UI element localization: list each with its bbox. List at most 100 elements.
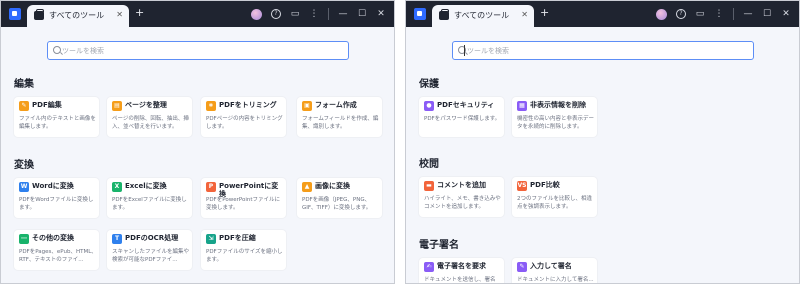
new-tab-button[interactable]: +: [540, 6, 549, 19]
tool-card-ocr[interactable]: T PDFのOCR処理 スキャンしたファイルを編集や検索が可能なPDFファイ..…: [107, 230, 192, 270]
tool-card-pdf-edit[interactable]: ✎ PDF編集 ファイル内のテキストと画像を編集します。: [14, 97, 99, 137]
section-title-protect: 保護: [419, 79, 439, 90]
card-title: PDFをトリミング: [219, 101, 277, 109]
tab-all-tools[interactable]: すべてのツール ✕: [432, 5, 534, 27]
window-controls: ? ▭ ⋮ — ☐ ✕: [251, 6, 386, 22]
more-convert-icon: ⋯: [19, 234, 29, 244]
card-description: PDFを画像（JPEG、PNG、GIF、TIFF）に変換します。: [302, 197, 372, 211]
help-icon[interactable]: ?: [271, 9, 281, 19]
more-icon[interactable]: ⋮: [309, 9, 319, 20]
minimize-icon[interactable]: —: [338, 9, 348, 20]
tool-card-organize-pages[interactable]: ▤ ページを整理 ページの削除、回転、抽出、挿入、並べ替えを行います。: [107, 97, 192, 137]
card-title: PDF編集: [32, 101, 62, 109]
search-box[interactable]: [47, 41, 349, 60]
organize-icon: ▤: [112, 101, 122, 111]
tab-all-tools[interactable]: すべてのツール ✕: [27, 5, 129, 27]
toolbox-icon: [439, 9, 449, 20]
card-description: PDFページの内容をトリミングします。: [206, 116, 283, 130]
edit-icon: ✎: [19, 101, 29, 111]
close-tab-icon[interactable]: ✕: [521, 10, 528, 19]
card-title: 非表示情報を削除: [530, 101, 586, 109]
close-window-icon[interactable]: ✕: [781, 9, 791, 20]
tool-card-remove-hidden[interactable]: ▦ 非表示情報を削除 機密性の高い内容と非表示データを永続的に削除します。: [512, 97, 597, 137]
redact-icon: ▦: [517, 101, 527, 111]
card-title: ページを整理: [125, 101, 167, 109]
card-description: PDFファイルのサイズを縮小します。: [206, 249, 283, 263]
powerpoint-icon: P: [206, 182, 216, 192]
tool-card-to-excel[interactable]: X Excelに変換 PDFをExcelファイルに変換します。: [107, 178, 192, 218]
tool-card-to-word[interactable]: W Wordに変換 PDFをWordファイルに変換します。: [14, 178, 99, 218]
left-window: すべてのツール ✕ + ? ▭ ⋮ — ☐ ✕ 編集 ✎ PDF編集 ファイル内: [0, 0, 395, 284]
close-tab-icon[interactable]: ✕: [116, 10, 123, 19]
section-title-edit: 編集: [14, 79, 34, 90]
form-icon: ▣: [302, 101, 312, 111]
image-icon: ▲: [302, 182, 312, 192]
search-input[interactable]: [62, 44, 342, 57]
app-logo-icon: [9, 8, 21, 20]
avatar[interactable]: [251, 8, 262, 20]
maximize-icon[interactable]: ☐: [357, 9, 367, 20]
search-input[interactable]: [467, 44, 747, 57]
card-title: その他の変換: [32, 234, 74, 242]
card-description: PDFをPages、ePub、HTML、RTF、テキストのファイ...: [19, 249, 97, 263]
more-icon[interactable]: ⋮: [714, 9, 724, 20]
card-title: フォーム作成: [315, 101, 357, 109]
card-description: PDFをパスワード保護します。: [424, 116, 501, 122]
tool-card-pdf-security[interactable]: ● PDFセキュリティ PDFをパスワード保護します。: [419, 97, 504, 137]
card-title: PDFを圧縮: [219, 234, 256, 242]
card-title: PDFのOCR処理: [125, 234, 179, 242]
card-description: スキャンしたファイルを編集や検索が可能なPDFファイ...: [112, 249, 190, 263]
tool-card-request-signature[interactable]: ✍ 電子署名を要求 ドキュメントを送信し、署名を...: [419, 258, 504, 283]
request-sign-icon: ✍: [424, 262, 434, 272]
avatar[interactable]: [656, 8, 667, 20]
card-title: 画像に変換: [315, 182, 350, 190]
ocr-icon: T: [112, 234, 122, 244]
window-controls: ? ▭ ⋮ — ☐ ✕: [656, 6, 791, 22]
card-title: 入力して署名: [530, 262, 572, 270]
message-icon[interactable]: ▭: [695, 9, 705, 20]
minimize-icon[interactable]: —: [743, 9, 753, 20]
divider: [733, 8, 734, 20]
toolbox-icon: [34, 9, 44, 20]
card-description: PDFをPowerPointファイルに変換します。: [206, 197, 281, 211]
card-title: 電子署名を要求: [437, 262, 486, 270]
section-title-review: 校閲: [419, 159, 439, 170]
card-title: Excelに変換: [125, 182, 167, 190]
card-description: ページの削除、回転、抽出、挿入、並べ替えを行います。: [112, 116, 189, 130]
search-box[interactable]: [452, 41, 754, 60]
compare-icon: VS: [517, 181, 527, 191]
tool-card-other-convert[interactable]: ⋯ その他の変換 PDFをPages、ePub、HTML、RTF、テキストのファ…: [14, 230, 99, 270]
fill-sign-icon: ✎: [517, 262, 527, 272]
help-icon[interactable]: ?: [676, 9, 686, 19]
comment-icon: ▬: [424, 181, 434, 191]
crop-icon: ⌗: [206, 101, 216, 111]
tool-card-compress[interactable]: ⇲ PDFを圧縮 PDFファイルのサイズを縮小します。: [201, 230, 286, 270]
new-tab-button[interactable]: +: [135, 6, 144, 19]
word-icon: W: [19, 182, 29, 192]
card-title: Wordに変換: [32, 182, 74, 190]
tool-card-add-comment[interactable]: ▬ コメントを追加 ハイライト、メモ、書き込みやコメントを追加します。: [419, 177, 504, 217]
card-description: PDFをWordファイルに変換します。: [19, 197, 94, 211]
lock-icon: ●: [424, 101, 434, 111]
card-description: PDFをExcelファイルに変換します。: [112, 197, 187, 211]
tool-card-to-powerpoint[interactable]: P PowerPointに変換 PDFをPowerPointファイルに変換します…: [201, 178, 286, 218]
tool-card-fill-sign[interactable]: ✎ 入力して署名 ドキュメントに入力して署名...: [512, 258, 597, 283]
card-description: フォームフィールドを作成、編集、識別します。: [302, 116, 379, 130]
card-description: ドキュメントに入力して署名...: [517, 277, 594, 283]
card-title: PDFセキュリティ: [437, 101, 495, 109]
tool-card-compare[interactable]: VS PDF比較 2つのファイルを比較し、相違点を強調表示します。: [512, 177, 597, 217]
section-title-convert: 変換: [14, 160, 34, 171]
compress-icon: ⇲: [206, 234, 216, 244]
title-bar: すべてのツール ✕ + ? ▭ ⋮ — ☐ ✕: [1, 1, 394, 27]
close-window-icon[interactable]: ✕: [376, 9, 386, 20]
tool-card-form[interactable]: ▣ フォーム作成 フォームフィールドを作成、編集、識別します。: [297, 97, 382, 137]
right-window: すべてのツール ✕ + ? ▭ ⋮ — ☐ ✕ 保護 ● PDFセキュリティ: [405, 0, 800, 284]
maximize-icon[interactable]: ☐: [762, 9, 772, 20]
search-icon: [53, 46, 61, 54]
message-icon[interactable]: ▭: [290, 9, 300, 20]
card-description: ファイル内のテキストと画像を編集します。: [19, 116, 96, 130]
tool-card-to-image[interactable]: ▲ 画像に変換 PDFを画像（JPEG、PNG、GIF、TIFF）に変換します。: [297, 178, 382, 218]
tool-card-crop-pdf[interactable]: ⌗ PDFをトリミング PDFページの内容をトリミングします。: [201, 97, 286, 137]
excel-icon: X: [112, 182, 122, 192]
card-description: 2つのファイルを比較し、相違点を強調表示します。: [517, 196, 593, 210]
